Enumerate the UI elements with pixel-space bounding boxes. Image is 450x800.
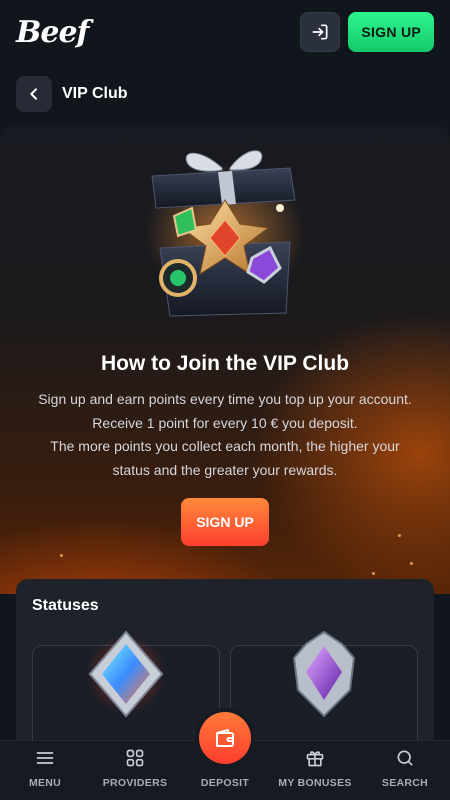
top-header: Beef SIGN UP [0, 0, 450, 64]
login-button[interactable] [300, 12, 341, 52]
hero-line: Sign up and earn points every time you t… [38, 391, 412, 407]
back-button[interactable] [16, 76, 52, 112]
ember-particle [60, 554, 63, 557]
brand-logo[interactable]: Beef [16, 15, 89, 50]
nav-my-bonuses[interactable]: MY BONUSES [270, 741, 360, 800]
hero-line: status and the greater your rewards. [112, 461, 338, 478]
hero-line: Receive 1 point for every 10 € you depos… [92, 414, 358, 431]
ember-particle [410, 562, 413, 565]
nav-label: MY BONUSES [278, 777, 352, 789]
ember-particle [398, 534, 401, 537]
page-title: VIP Club [62, 85, 128, 102]
search-icon [397, 750, 413, 766]
nav-label: PROVIDERS [102, 777, 168, 789]
chevron-left-icon [30, 88, 37, 100]
gift-icon [306, 751, 324, 767]
breadcrumb: VIP Club [16, 76, 128, 112]
ember-particle [372, 572, 375, 575]
grid-icon [126, 749, 144, 767]
menu-icon [36, 752, 54, 764]
nav-search[interactable]: SEARCH [360, 741, 450, 800]
signup-button-header[interactable]: SIGN UP [348, 12, 434, 52]
wallet-icon [216, 729, 234, 747]
statuses-title: Statuses [32, 597, 99, 614]
login-icon [312, 24, 328, 40]
vip-club-page: Beef SIGN UP VIP Club How to Join the VI… [0, 0, 450, 800]
nav-label: SEARCH [381, 777, 429, 789]
nav-label: DEPOSIT [200, 777, 250, 789]
diamond-status-badge-icon [86, 630, 166, 718]
vip-gift-box-illustration [145, 150, 305, 317]
signup-button-hero[interactable]: SIGN UP [181, 498, 269, 546]
hero-line: The more points you collect each month, … [50, 438, 400, 454]
nav-label: MENU [28, 777, 62, 789]
deposit-button[interactable] [199, 712, 251, 764]
amethyst-status-badge-icon [292, 630, 356, 718]
header-actions: SIGN UP [300, 12, 434, 52]
hero-title: How to Join the VIP Club [100, 352, 350, 375]
nav-menu[interactable]: MENU [0, 741, 90, 800]
nav-providers[interactable]: PROVIDERS [90, 741, 180, 800]
hero-description: Sign up and earn points every time you t… [12, 388, 438, 482]
